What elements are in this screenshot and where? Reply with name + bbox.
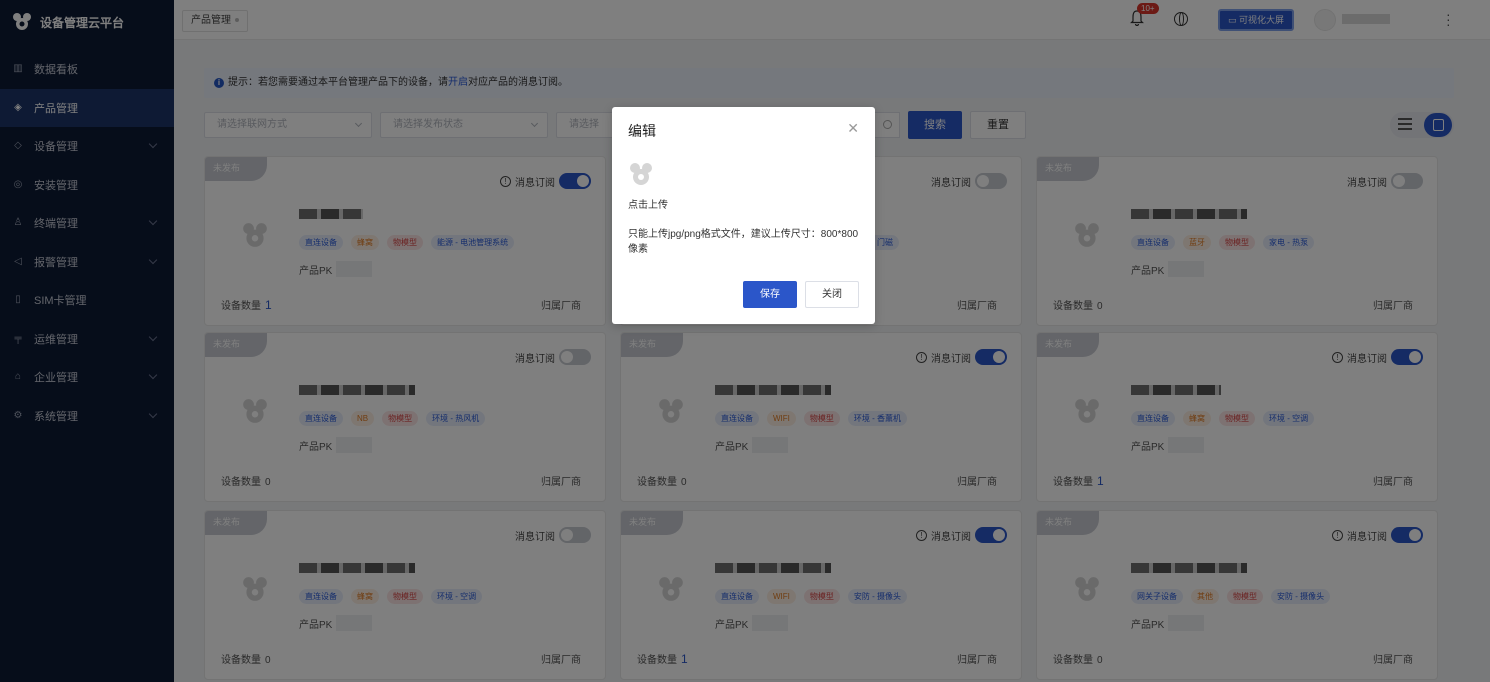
close-icon[interactable]: ✕ xyxy=(847,121,859,135)
upload-image-icon[interactable] xyxy=(628,161,654,187)
modal-overlay[interactable] xyxy=(0,0,1490,682)
close-button[interactable]: 关闭 xyxy=(805,281,859,308)
dialog-title: 编辑 xyxy=(628,123,656,139)
upload-label[interactable]: 点击上传 xyxy=(628,196,668,211)
save-button[interactable]: 保存 xyxy=(743,281,797,308)
upload-hint: 只能上传jpg/png格式文件，建议上传尺寸：800*800像素 xyxy=(628,229,859,255)
edit-dialog: 编辑 ✕ 点击上传 只能上传jpg/png格式文件，建议上传尺寸：800*800… xyxy=(612,107,875,324)
